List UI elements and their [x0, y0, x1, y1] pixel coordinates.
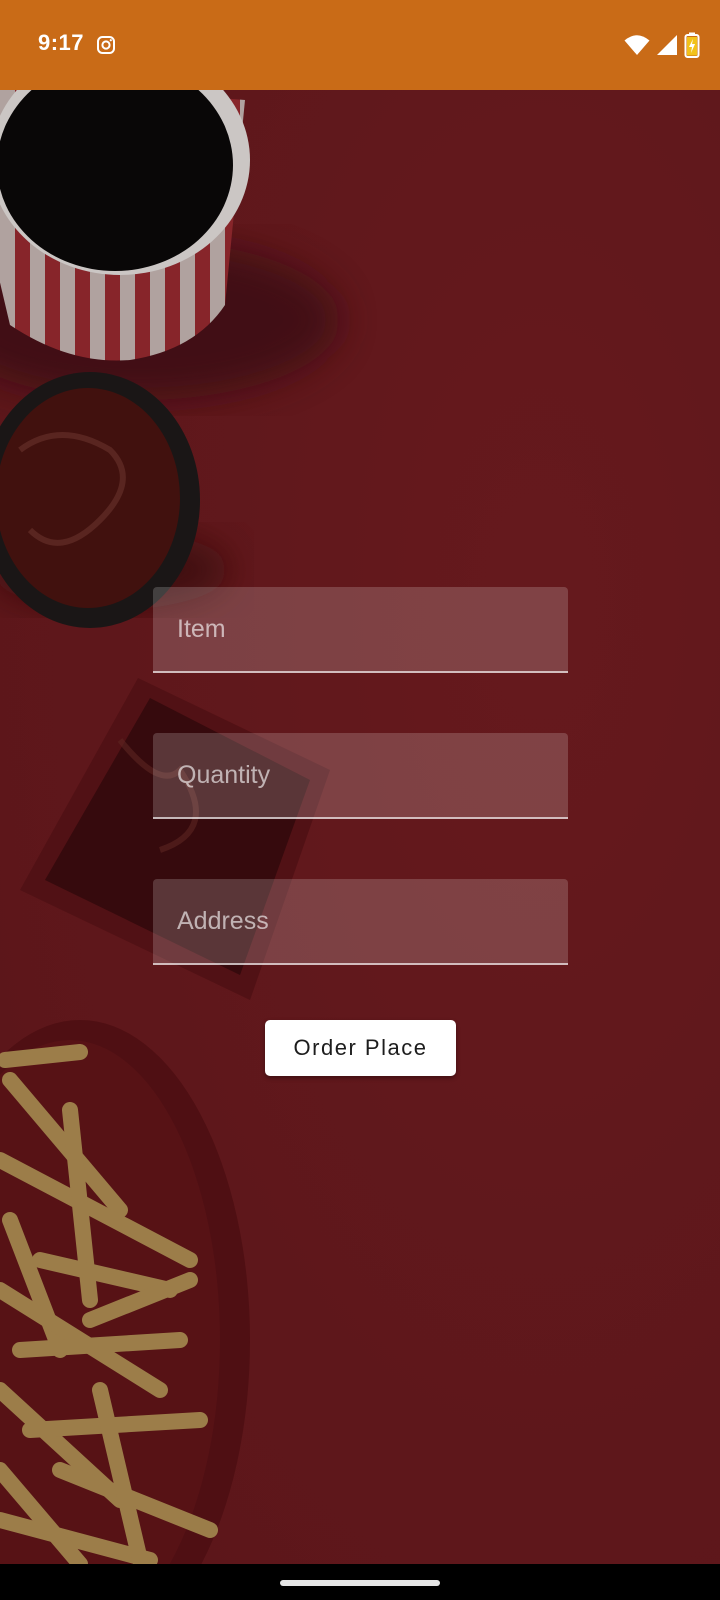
wifi-icon	[624, 35, 650, 55]
instagram-icon	[97, 36, 115, 54]
navigation-bar	[0, 1564, 720, 1600]
address-input[interactable]	[153, 879, 568, 963]
item-input[interactable]	[153, 587, 568, 671]
food-background-image	[0, 90, 720, 1564]
address-field[interactable]	[153, 879, 568, 965]
quantity-input[interactable]	[153, 733, 568, 817]
battery-charging-icon	[684, 32, 700, 58]
status-time: 9:17	[38, 30, 85, 55]
order-screen: Order Place	[0, 90, 720, 1564]
status-icons	[624, 30, 700, 60]
home-gesture-pill[interactable]	[280, 1580, 440, 1586]
status-bar: 9:17	[0, 0, 720, 90]
order-place-button[interactable]: Order Place	[265, 1020, 456, 1076]
item-field[interactable]	[153, 587, 568, 673]
cellular-signal-icon	[657, 35, 677, 55]
quantity-field[interactable]	[153, 733, 568, 819]
